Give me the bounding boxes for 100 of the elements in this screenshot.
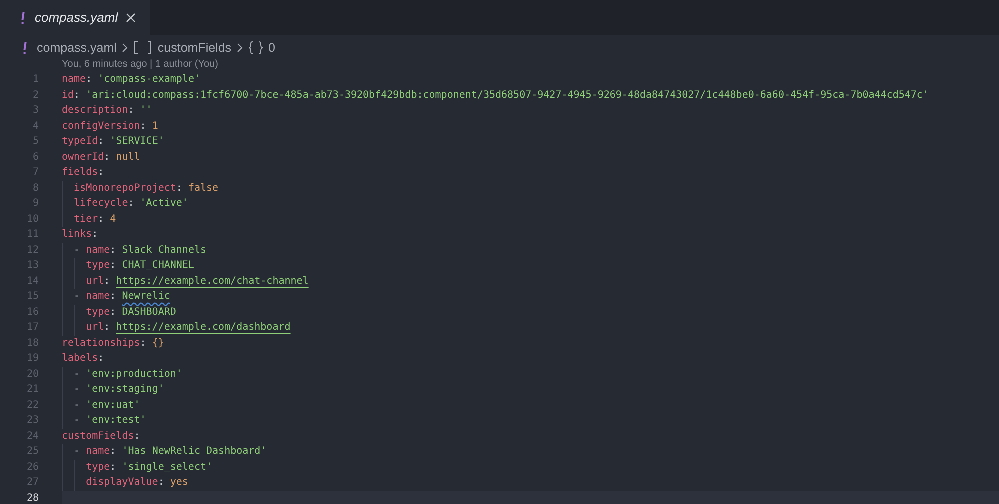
yaml-key: url [86, 274, 104, 289]
list-dash: - [74, 414, 80, 428]
yaml-key: name [62, 72, 86, 88]
editor-tab[interactable]: compass.yaml [0, 0, 150, 35]
yaml-value: 'env:production' [86, 368, 182, 382]
list-dash: - [74, 368, 80, 382]
line-number: 9 [32, 197, 40, 211]
colon: : [86, 73, 92, 87]
yaml-value: Newrelic [122, 290, 170, 304]
line-number: 7 [32, 166, 40, 180]
yaml-value: {} [152, 336, 164, 350]
yaml-key: links [62, 227, 92, 242]
colon: : [98, 352, 104, 366]
list-dash: - [74, 383, 80, 397]
line-number: 25 [26, 445, 40, 459]
line-number: 28 [26, 492, 40, 504]
line-number: 27 [26, 476, 40, 490]
yaml-key: ownerId [62, 150, 104, 165]
yaml-value: 'SERVICE' [110, 135, 164, 149]
yaml-value: Slack Channels [122, 244, 207, 258]
line-number: 12 [26, 244, 40, 258]
colon: : [104, 150, 110, 164]
yaml-key: type [86, 304, 110, 320]
yaml-key: name [86, 289, 110, 304]
yaml-key: labels [62, 351, 98, 366]
yaml-value: 'env:uat' [86, 398, 140, 412]
colon: : [176, 182, 182, 196]
colon: : [104, 274, 110, 288]
chevron-right-icon [236, 43, 243, 53]
yaml-key: description [62, 103, 128, 118]
colon: : [98, 166, 104, 180]
yaml-key: name [86, 444, 110, 460]
yaml-key: typeId [62, 134, 98, 150]
line-number: 17 [26, 321, 40, 335]
breadcrumb-item[interactable]: compass.yaml [37, 38, 117, 58]
colon: : [140, 120, 146, 134]
line-number: 5 [32, 135, 40, 149]
codelens-text[interactable]: You, 6 minutes ago | 1 author (You) [62, 59, 218, 70]
yaml-value: false [188, 182, 219, 196]
yaml-key: url [86, 320, 104, 336]
line-number: 6 [32, 150, 40, 164]
line-number: 24 [26, 430, 40, 444]
breadcrumb-item[interactable]: 0 [268, 38, 276, 58]
yaml-value: '' [140, 104, 152, 118]
yaml-value: 'env:test' [86, 414, 146, 428]
line-number: 1 [32, 73, 40, 87]
line-number: 4 [32, 120, 40, 134]
colon: : [140, 336, 146, 350]
colon: : [74, 88, 80, 102]
line-number: 16 [26, 306, 40, 320]
yaml-key: displayValue [86, 475, 158, 490]
colon: : [98, 135, 104, 149]
colon: : [110, 445, 116, 459]
close-icon [126, 12, 136, 22]
yaml-value: DASHBOARD [122, 306, 176, 320]
yaml-value: null [116, 150, 140, 164]
yaml-value: CHAT_CHANNEL [122, 259, 194, 273]
braces-icon [248, 41, 264, 55]
line-number: 21 [26, 383, 40, 397]
line-number: 13 [26, 259, 40, 273]
colon: : [110, 244, 116, 258]
yaml-key: fields [62, 165, 98, 180]
line-number: 23 [26, 414, 40, 428]
yaml-value: 'env:staging' [86, 383, 164, 397]
yaml-value: 4 [110, 212, 116, 226]
list-dash: - [74, 290, 80, 304]
yaml-value: 'Active' [140, 197, 188, 211]
list-dash: - [74, 445, 80, 459]
list-dash: - [74, 244, 80, 258]
breadcrumb-item[interactable]: customFields [158, 38, 232, 58]
yaml-file-icon [20, 10, 27, 24]
colon: : [110, 460, 116, 474]
colon: : [110, 290, 116, 304]
line-number: 22 [26, 398, 40, 412]
line-number: 18 [26, 336, 40, 350]
yaml-key: id [62, 88, 74, 103]
yaml-key: isMonorepoProject [74, 180, 176, 196]
yaml-value: 1 [152, 120, 158, 134]
brackets-icon [132, 41, 153, 55]
yaml-key: lifecycle [74, 196, 128, 212]
line-number: 2 [32, 88, 40, 102]
line-number: 14 [26, 274, 40, 288]
colon: : [104, 321, 110, 335]
yaml-value: 'ari:cloud:compass:1fcf6700-7bce-485a-ab73-3920bf429bdb:component/35d68507-9427-4945-9269-48da84743027/1c448be0-6a60-454f-95ca-7b0a44cd547c' [86, 88, 929, 102]
yaml-key: tier [74, 212, 98, 227]
yaml-key: name [86, 242, 110, 258]
yaml-key: configVersion [62, 118, 140, 134]
line-number: 8 [32, 182, 40, 196]
colon: : [92, 228, 98, 242]
chevron-right-icon [122, 43, 128, 53]
url-link[interactable]: https://example.com/chat-channel [116, 274, 309, 289]
colon: : [110, 259, 116, 273]
line-number: 11 [26, 228, 40, 242]
colon: : [128, 197, 134, 211]
yaml-value: 'Has NewRelic Dashboard' [122, 445, 267, 459]
url-link[interactable]: https://example.com/dashboard [116, 320, 291, 336]
line-number: 15 [26, 290, 40, 304]
line-number: 3 [32, 104, 40, 118]
yaml-key: type [86, 258, 110, 274]
colon: : [98, 212, 104, 226]
